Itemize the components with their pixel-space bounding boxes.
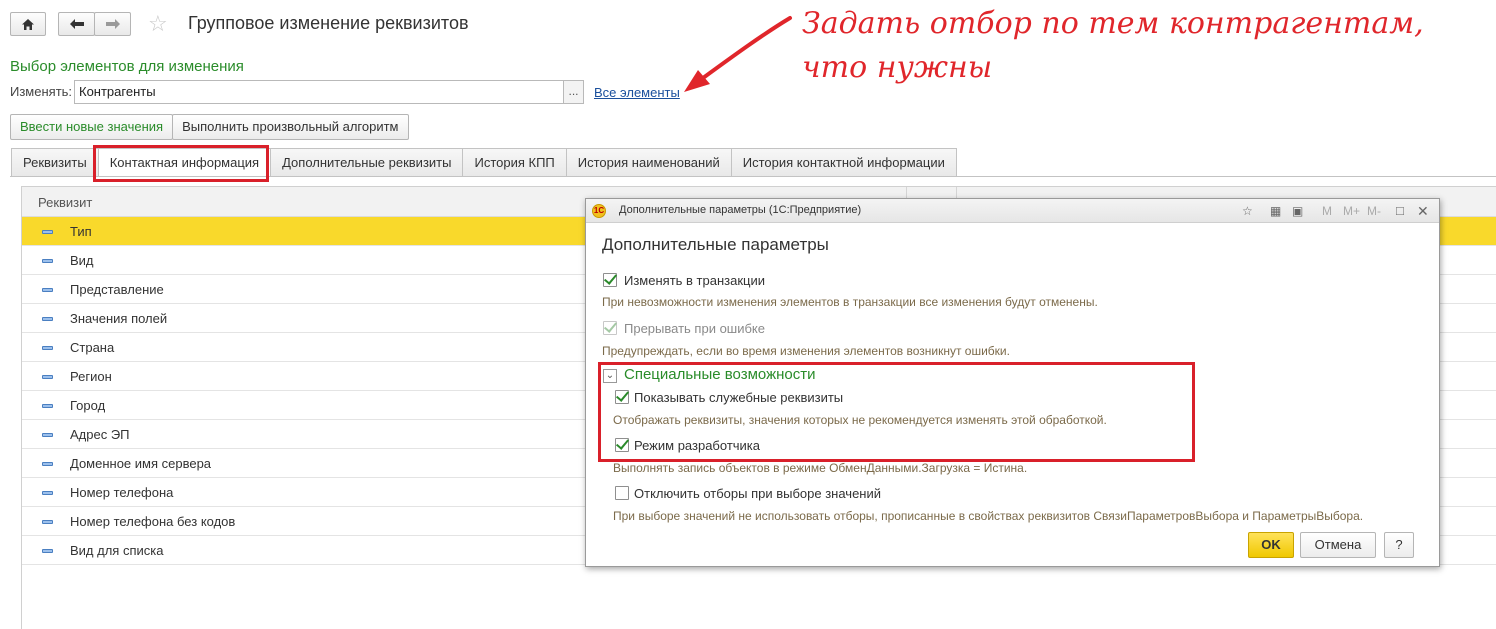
dialog-heading: Дополнительные параметры [602,235,829,254]
requisite-icon [42,549,53,553]
memory-plus-button[interactable]: M+ [1343,203,1360,219]
row-label: Номер телефона [70,485,174,500]
requisite-icon [42,259,53,263]
requisite-icon [42,317,53,321]
memory-minus-button[interactable]: M- [1367,203,1381,219]
help-button[interactable]: ? [1384,532,1414,558]
transaction-hint: При невозможности изменения элементов в … [602,295,1098,309]
object-type-field[interactable]: Контрагенты [74,80,564,104]
back-button[interactable] [58,12,95,36]
row-label: Регион [70,369,112,384]
row-label: Вид [70,253,94,268]
run-algorithm-button[interactable]: Выполнить произвольный алгоритм [172,114,409,140]
transaction-checkbox[interactable] [603,273,617,287]
requisite-icon [42,462,53,466]
abort-on-error-hint: Предупреждать, если во время изменения э… [602,344,1010,358]
abort-on-error-label[interactable]: Прерывать при ошибке [624,321,765,336]
row-label: Номер телефона без кодов [70,514,236,529]
row-label: Значения полей [70,311,168,326]
page-title: Групповое изменение реквизитов [188,13,469,33]
favorite-icon[interactable]: ☆ [1242,203,1253,219]
all-elements-link[interactable]: Все элементы [594,85,680,100]
disable-filters-label[interactable]: Отключить отборы при выборе значений [634,486,881,501]
maximize-icon[interactable]: □ [1396,203,1404,219]
row-label: Тип [70,224,92,239]
dialog-titlebar[interactable]: 1С Дополнительные параметры (1С:Предприя… [586,199,1439,223]
forward-button[interactable] [94,12,131,36]
ok-button[interactable]: OK [1248,532,1294,558]
cancel-button[interactable]: Отмена [1300,532,1376,558]
row-label: Страна [70,340,115,355]
abort-on-error-checkbox[interactable] [603,321,617,335]
tab-additional-requisites[interactable]: Дополнительные реквизиты [270,148,464,177]
highlight-box-tab [93,145,269,182]
requisite-icon [42,288,53,292]
requisite-icon [42,433,53,437]
requisite-icon [42,520,53,524]
arrow-right-icon [105,19,120,29]
row-label: Адрес ЭП [70,427,130,442]
highlight-box-special [598,362,1195,462]
change-label: Изменять: [10,84,73,99]
requisite-icon [42,346,53,350]
requisite-icon [42,375,53,379]
tab-kpp-history[interactable]: История КПП [462,148,567,177]
row-label: Город [70,398,106,413]
dialog-window-title: Дополнительные параметры (1С:Предприятие… [619,204,862,216]
row-label: Представление [70,282,164,297]
disable-filters-hint: При выборе значений не использовать отбо… [613,509,1364,523]
close-icon[interactable]: ✕ [1417,203,1429,219]
favorite-star-icon[interactable]: ☆ [148,12,168,36]
transaction-label[interactable]: Изменять в транзакции [624,273,765,288]
enter-new-values-button[interactable]: Ввести новые значения [10,114,174,140]
home-button[interactable] [10,12,46,36]
memory-button[interactable]: M [1322,203,1332,219]
tab-requisites[interactable]: Реквизиты [11,148,99,177]
requisite-icon [42,491,53,495]
disable-filters-checkbox[interactable] [615,486,629,500]
calculator-icon[interactable]: ▦ [1270,203,1281,219]
developer-mode-hint: Выполнять запись объектов в режиме Обмен… [613,461,1028,475]
tab-contact-history[interactable]: История контактной информации [730,148,957,177]
action-buttons: Ввести новые значения Выполнить произвол… [10,114,409,140]
arrow-left-icon [69,19,84,29]
section-title: Выбор элементов для изменения [10,58,244,75]
tab-name-history[interactable]: История наименований [565,148,732,177]
requisite-icon [42,404,53,408]
row-label: Вид для списка [70,543,164,558]
annotation-text: Задать отбор по тем контрагентам, что ну… [802,6,1424,85]
calendar-icon[interactable]: ▣ [1292,203,1303,219]
column-header-requisite[interactable]: Реквизит [38,195,92,210]
requisite-icon [42,230,53,234]
home-icon [22,18,34,30]
1c-logo-icon: 1С [592,204,606,218]
annotation-arrow-icon [684,16,792,92]
select-object-button[interactable]: ... [563,80,584,104]
row-label: Доменное имя сервера [70,456,212,471]
